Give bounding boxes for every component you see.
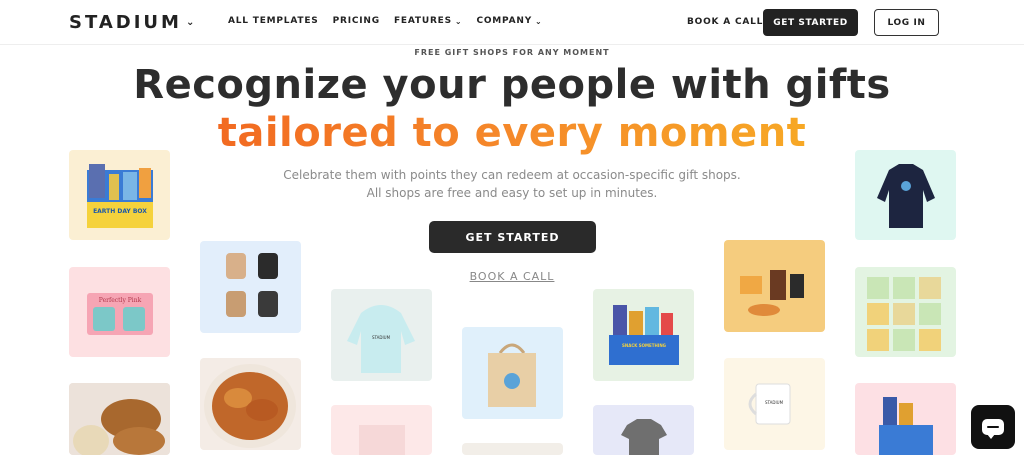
gift-box-image	[359, 425, 405, 455]
chat-bubble-icon	[982, 419, 1004, 439]
hoodie-merch-label: STADIUM	[372, 335, 391, 340]
gift-card-fried-chicken	[200, 358, 301, 450]
logo-text: STADIUM	[69, 12, 182, 33]
hero-headline-gradient: tailored to every moment	[217, 110, 807, 156]
nav-link-label: PRICING	[332, 16, 380, 26]
gift-box-bottom-right-image	[879, 397, 933, 455]
gift-card-perfectly-pink: Perfectly Pink	[69, 267, 170, 357]
get-started-button[interactable]: GET STARTED	[763, 9, 858, 36]
gift-card-earth-day-box: EARTH DAY BOX	[69, 150, 170, 240]
fried-chicken-image	[204, 364, 296, 448]
snack-box-image: SNACK SOMETHING	[609, 305, 679, 365]
mug-merch-label: STADIUM	[765, 400, 784, 405]
gift-card-hoodie: STADIUM	[331, 289, 432, 381]
nav-links: ALL TEMPLATES PRICING FEATURES ⌄ COMPANY ⌄	[228, 16, 557, 26]
nav-link-all-templates[interactable]: ALL TEMPLATES	[228, 16, 319, 26]
mug-image: STADIUM	[748, 383, 791, 425]
book-call-link[interactable]: BOOK A CALL	[687, 17, 763, 27]
gift-card-sweatshirt	[855, 150, 956, 240]
gift-card-tote-bag	[462, 327, 563, 419]
pretzels-image	[69, 383, 170, 455]
chevron-down-icon: ⌄	[454, 16, 463, 26]
login-button[interactable]: LOG IN	[874, 9, 939, 36]
nav-link-company[interactable]: COMPANY ⌄	[476, 16, 542, 26]
tshirt-image	[621, 419, 667, 455]
nav-link-label: COMPANY	[476, 16, 533, 26]
nav-link-pricing[interactable]: PRICING	[333, 16, 380, 26]
gift-card-snack-packs	[855, 267, 956, 357]
earth-day-box-label: EARTH DAY BOX	[93, 208, 147, 215]
hero-eyebrow: FREE GIFT SHOPS FOR ANY MOMENT	[414, 48, 610, 57]
perfectly-pink-label: Perfectly Pink	[99, 297, 142, 304]
snack-box-label: SNACK SOMETHING	[622, 343, 666, 348]
chat-button[interactable]	[971, 405, 1015, 449]
chevron-down-icon: ⌄	[535, 16, 543, 26]
jars-image	[226, 253, 278, 317]
gift-card-partial-bottom	[462, 443, 563, 455]
gift-card-pretzels	[69, 383, 170, 455]
gift-card-box-partial	[331, 405, 432, 455]
earth-day-box-image: EARTH DAY BOX	[87, 164, 153, 228]
top-nav: STADIUM ⌄ ALL TEMPLATES PRICING FEATURES ⌄…	[0, 0, 1024, 45]
nav-link-features[interactable]: FEATURES ⌄	[394, 16, 463, 26]
gift-card-box-bottom-right	[855, 383, 956, 455]
gift-card-snack-box: SNACK SOMETHING	[593, 289, 694, 381]
sweatshirt-image	[877, 164, 935, 228]
gift-card-mug: STADIUM	[724, 358, 825, 450]
nav-link-label: FEATURES	[393, 16, 452, 26]
gift-card-snacks-spread	[724, 240, 825, 332]
snacks-spread-image	[740, 270, 804, 316]
hero-get-started-button[interactable]: GET STARTED	[429, 221, 596, 253]
gift-card-jars	[200, 241, 301, 333]
gift-card-tshirt	[593, 405, 694, 455]
snack-packs-image	[867, 277, 941, 351]
chevron-down-icon: ⌄	[185, 17, 195, 28]
hero-headline-line1: Recognize your people with gifts	[133, 62, 891, 108]
perfectly-pink-image: Perfectly Pink	[87, 293, 153, 335]
nav-link-label: ALL TEMPLATES	[228, 16, 319, 26]
tote-bag-image	[488, 343, 536, 407]
logo[interactable]: STADIUM ⌄	[69, 12, 194, 33]
hoodie-image: STADIUM	[347, 305, 415, 373]
